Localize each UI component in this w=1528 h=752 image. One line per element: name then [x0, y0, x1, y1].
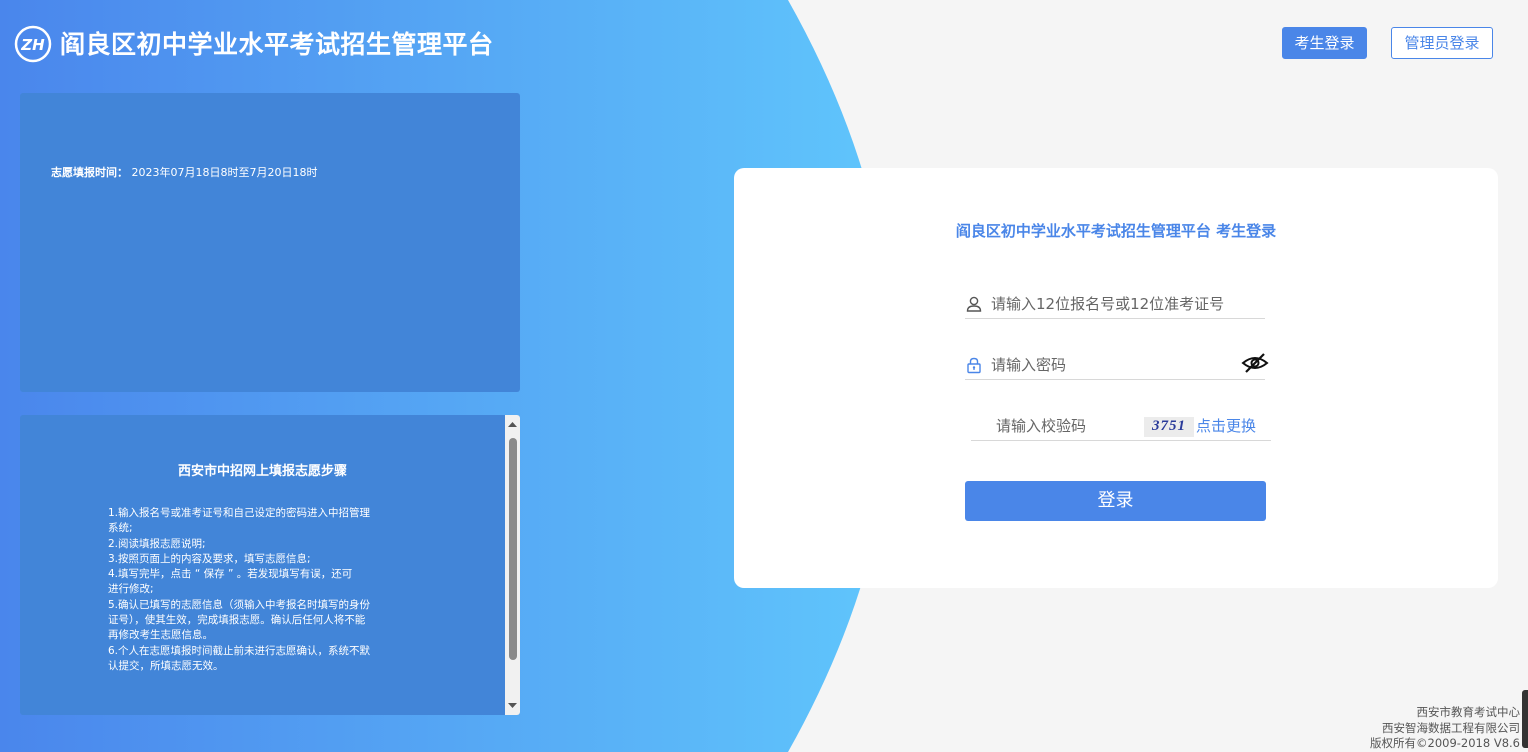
login-submit-button[interactable]: 登录	[965, 481, 1266, 521]
captcha-text: 3751	[1152, 418, 1186, 434]
scrollbar-thumb[interactable]	[509, 438, 517, 660]
user-icon	[966, 296, 982, 312]
password-field	[965, 350, 1269, 380]
captcha-field: 3751 点击更换	[971, 411, 1271, 441]
step-line: 5.确认已填写的志愿信息（须输入中考报名时填写的身份	[108, 598, 371, 611]
username-input[interactable]	[991, 291, 1231, 317]
lock-icon	[967, 357, 981, 374]
enrollment-time-label: 志愿填报时间：	[51, 166, 128, 179]
login-page: ZH 阎良区初中学业水平考试招生管理平台 考生登录 管理员登录 志愿填报时间： …	[0, 0, 1528, 752]
side-edge-tab[interactable]	[1522, 690, 1528, 748]
enrollment-time-row: 志愿填报时间： 2023年07月18日8时至7月20日18时	[51, 164, 317, 180]
enrollment-time-value: 2023年07月18日8时至7月20日18时	[131, 166, 318, 179]
svg-text:ZH: ZH	[20, 36, 45, 54]
eye-hidden-icon[interactable]	[1241, 352, 1269, 374]
step-line: 证号），使其生效，完成填报志愿。确认后任何人将不能	[108, 614, 366, 627]
footer-line: 西安市教育考试中心	[1416, 705, 1521, 719]
login-title: 阎良区初中学业水平考试招生管理平台 考生登录	[955, 222, 1277, 240]
step-line: 进行修改;	[108, 583, 154, 596]
student-login-button[interactable]: 考生登录	[1282, 27, 1367, 59]
captcha-image[interactable]: 3751	[1144, 417, 1194, 437]
steps-title: 西安市中招网上填报志愿步骤	[177, 464, 347, 479]
steps-body: 1.输入报名号或准考证号和自己设定的密码进入中招管理 系统; 2.阅读填报志愿说…	[108, 506, 410, 674]
zh-logo-icon: ZH	[14, 25, 52, 63]
step-line: 1.输入报名号或准考证号和自己设定的密码进入中招管理	[108, 507, 371, 519]
steps-panel[interactable]: 西安市中招网上填报志愿步骤 1.输入报名号或准考证号和自己设定的密码进入中招管理…	[20, 415, 520, 715]
steps-scrollbar[interactable]	[505, 415, 520, 715]
footer-line: 版权所有©2009-2018 V8.6	[1370, 736, 1520, 750]
captcha-input[interactable]	[996, 413, 1136, 439]
footer-line: 西安智海数据工程有限公司	[1382, 720, 1520, 735]
scroll-down-arrow-icon[interactable]	[505, 698, 520, 713]
header-title: 阎良区初中学业水平考试招生管理平台	[60, 30, 494, 59]
notice-panel: 志愿填报时间： 2023年07月18日8时至7月20日18时	[20, 93, 520, 392]
login-card: 阎良区初中学业水平考试招生管理平台 考生登录 请输入12位报名号或12位准考证号…	[734, 168, 1498, 588]
step-line: 2.阅读填报志愿说明;	[108, 537, 206, 550]
footer: 西安市教育考试中心 西安智海数据工程有限公司 版权所有©2009-2018 V8…	[1370, 705, 1520, 752]
password-input[interactable]	[991, 352, 1231, 378]
step-line: 再修改考生志愿信息。	[108, 629, 213, 642]
captcha-refresh-link[interactable]: 点击更换	[1196, 415, 1256, 436]
step-line: 认提交，所填志愿无效。	[108, 659, 224, 672]
step-line: 系统;	[108, 522, 133, 535]
step-line: 6.个人在志愿填报时间截止前未进行志愿确认，系统不默	[108, 644, 371, 657]
scroll-up-arrow-icon[interactable]	[505, 417, 520, 432]
step-line: 3.按照页面上的内容及要求，填写志愿信息;	[108, 552, 311, 565]
admin-login-button[interactable]: 管理员登录	[1391, 27, 1493, 59]
step-line: 4.填写完毕，点击 “ 保存 ” 。若发现填写有误，还可	[108, 568, 353, 581]
username-field	[965, 289, 1265, 319]
